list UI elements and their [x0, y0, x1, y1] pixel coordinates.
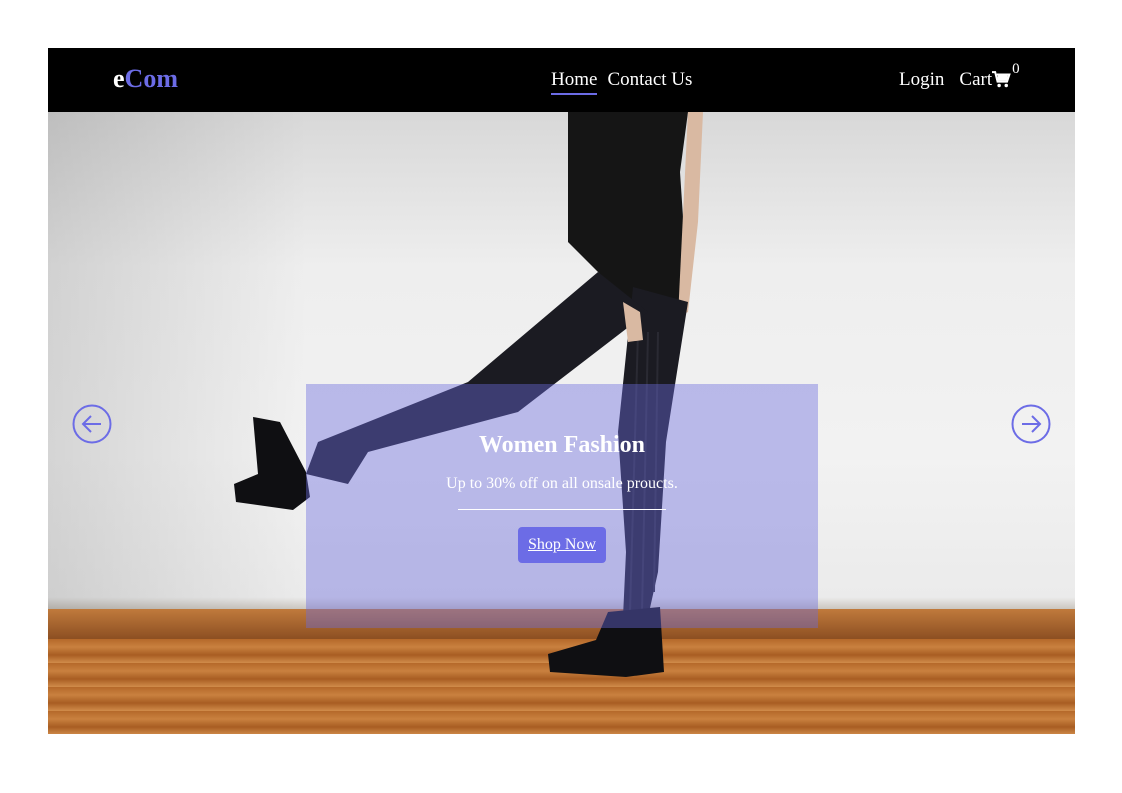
user-nav: Login Cart 0 [899, 61, 1020, 93]
brand-prefix: e [113, 64, 125, 93]
slide-title: Women Fashion [478, 432, 646, 458]
nav-link-contact-us[interactable]: Contact Us [607, 69, 692, 95]
shopping-cart-icon [992, 71, 1011, 88]
arrow-right-circle-icon[interactable] [1011, 404, 1051, 444]
cart-link[interactable]: Cart 0 [959, 61, 1019, 91]
cart-count-badge: 0 [1012, 61, 1020, 77]
slide-caption: Women Fashion Up to 30% off on all onsal… [306, 384, 818, 628]
nav-link-home[interactable]: Home [551, 69, 598, 95]
brand-logo[interactable]: eCom [113, 64, 178, 94]
caption-divider [458, 509, 666, 510]
shop-now-button[interactable]: Shop Now [517, 527, 606, 563]
main-nav: Home Contact Us [551, 69, 692, 95]
hero-carousel: Women Fashion Up to 30% off on all onsal… [48, 112, 1075, 734]
slide-subtitle: Up to 30% off on all onsale proucts. [446, 475, 678, 492]
cart-label: Cart [959, 69, 993, 90]
page-frame: eCom Home Contact Us Login Cart 0 Women … [48, 48, 1075, 734]
login-link[interactable]: Login [899, 69, 944, 93]
navbar: eCom Home Contact Us Login Cart 0 [48, 48, 1075, 112]
arrow-left-circle-icon[interactable] [72, 404, 112, 444]
brand-accent: Com [124, 64, 178, 93]
